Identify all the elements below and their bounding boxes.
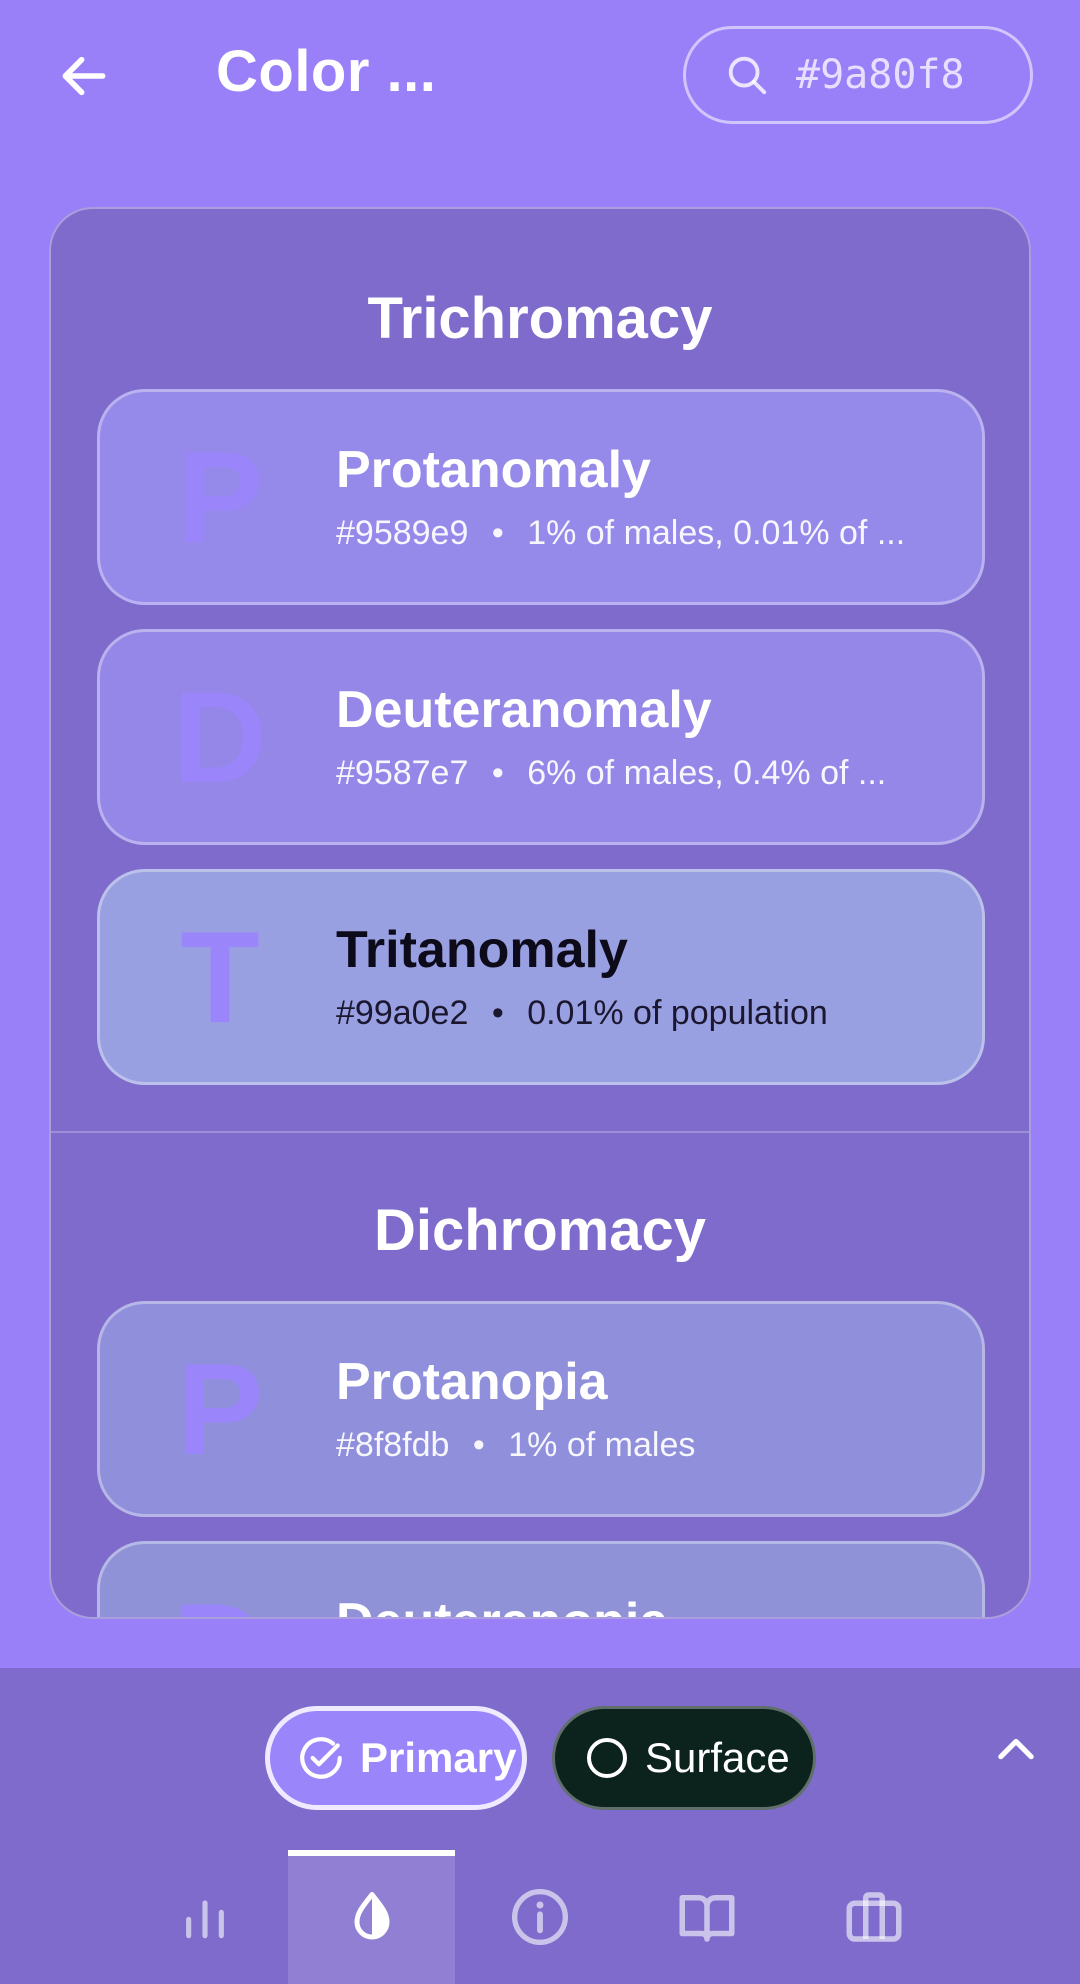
- bottom-controls: Primary Surface: [0, 1668, 1080, 1984]
- surface-chip-label: Surface: [645, 1734, 790, 1781]
- nav-item-docs[interactable]: [623, 1850, 790, 1984]
- list-item-protanomaly[interactable]: P Protanomaly #9589e9 • 1% of males, 0.0…: [97, 389, 985, 605]
- list-item-deuteranomaly[interactable]: D Deuteranomaly #9587e7 • 6% of males, 0…: [97, 629, 985, 845]
- briefcase-icon: [846, 1892, 901, 1942]
- item-description: 1% of males: [508, 1426, 696, 1464]
- search-icon: [724, 51, 772, 99]
- item-separator: •: [491, 994, 504, 1032]
- nav-item-stats[interactable]: [121, 1850, 288, 1984]
- list-item-deuteranopia[interactable]: D Deuteranopia: [97, 1541, 985, 1617]
- book-icon: [679, 1895, 734, 1942]
- item-hex: #99a0e2: [336, 994, 469, 1032]
- item-letter: P: [176, 1336, 264, 1482]
- item-letter: D: [170, 1584, 270, 1617]
- app-root: Color ... #9a80f8 Trichromacy P Protanom…: [0, 0, 1080, 1984]
- expand-button[interactable]: [976, 1708, 1056, 1788]
- item-hex: #9587e7: [336, 754, 469, 792]
- item-description: 0.01% of population: [527, 994, 828, 1032]
- item-meta: #8f8fdb • 1% of males: [336, 1426, 695, 1465]
- item-description: 6% of males, 0.4% of ...: [527, 754, 887, 792]
- back-button[interactable]: [48, 40, 120, 112]
- nav-item-info[interactable]: [456, 1850, 623, 1984]
- circle-icon: [587, 1738, 627, 1778]
- section-divider: [51, 1131, 1029, 1133]
- page-title: Color ...: [216, 39, 437, 104]
- item-separator: •: [472, 1426, 485, 1464]
- list-item-protanopia[interactable]: P Protanopia #8f8fdb • 1% of males: [97, 1301, 985, 1517]
- nav-item-tools[interactable]: [790, 1850, 957, 1984]
- item-name: Deuteranopia: [336, 1592, 668, 1617]
- nav-item-colors[interactable]: [288, 1850, 455, 1984]
- item-name: Protanopia: [336, 1353, 608, 1411]
- item-separator: •: [491, 514, 504, 552]
- item-letter: P: [176, 424, 264, 570]
- bottom-navigation: [0, 1850, 1080, 1984]
- surface-chip[interactable]: Surface: [552, 1706, 816, 1810]
- arrow-left-icon: [62, 56, 106, 96]
- item-meta: #99a0e2 • 0.01% of population: [336, 994, 828, 1033]
- primary-chip-label: Primary: [360, 1734, 517, 1781]
- item-letter: T: [180, 904, 260, 1050]
- color-blindness-panel: Trichromacy P Protanomaly #9589e9 • 1% o…: [49, 207, 1031, 1619]
- bar-chart-icon: [185, 1900, 224, 1939]
- active-tab-indicator: [288, 1850, 455, 1856]
- item-name: Tritanomaly: [336, 921, 628, 979]
- item-name: Protanomaly: [336, 441, 651, 499]
- section-title-dichromacy: Dichromacy: [373, 1198, 707, 1263]
- top-app-bar: Color ... #9a80f8: [0, 0, 1080, 160]
- item-meta: #9589e9 • 1% of males, 0.01% of ...: [336, 514, 905, 553]
- item-hex: #8f8fdb: [336, 1426, 450, 1464]
- item-description: 1% of males, 0.01% of ...: [527, 514, 906, 552]
- item-letter: D: [173, 664, 267, 810]
- item-hex: #9589e9: [336, 514, 469, 552]
- water-drop-icon: [354, 1892, 389, 1940]
- info-icon: [511, 1889, 568, 1945]
- primary-chip[interactable]: Primary: [265, 1706, 527, 1810]
- section-title-trichromacy: Trichromacy: [367, 286, 713, 351]
- check-circle-icon: [300, 1737, 342, 1779]
- item-separator: •: [491, 754, 504, 792]
- search-input-value[interactable]: #9a80f8: [796, 52, 965, 98]
- item-name: Deuteranomaly: [336, 681, 712, 739]
- color-search-field[interactable]: #9a80f8: [683, 26, 1033, 124]
- chevron-up-icon: [998, 1738, 1034, 1760]
- list-item-tritanomaly[interactable]: T Tritanomaly #99a0e2 • 0.01% of populat…: [97, 869, 985, 1085]
- item-meta: #9587e7 • 6% of males, 0.4% of ...: [336, 754, 886, 793]
